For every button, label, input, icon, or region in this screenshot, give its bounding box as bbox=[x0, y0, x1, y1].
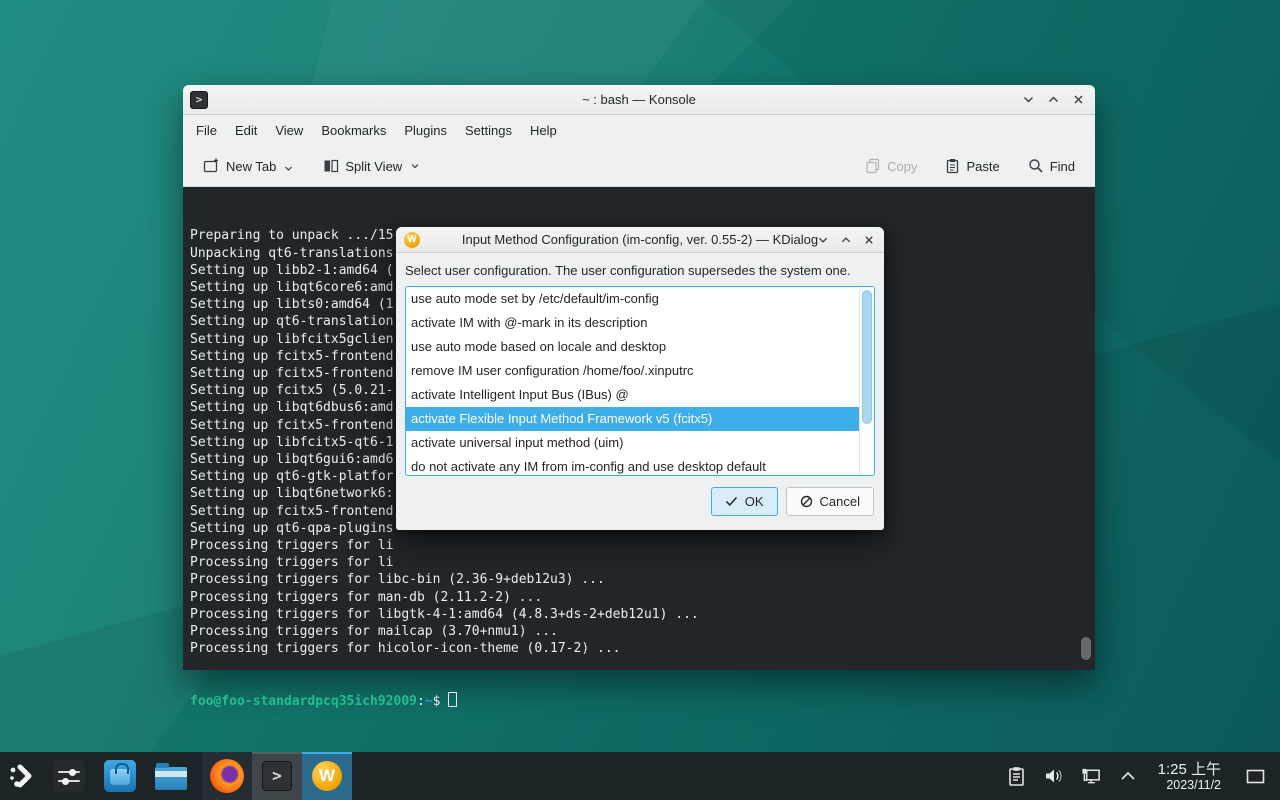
terminal-line: Processing triggers for li bbox=[190, 554, 1095, 571]
im-config-dialog: Input Method Configuration (im-config, v… bbox=[396, 227, 884, 530]
dialog-list-item-0[interactable]: use auto mode set by /etc/default/im-con… bbox=[406, 287, 859, 311]
copy-button[interactable]: Copy bbox=[857, 152, 925, 180]
dialog-list-item-6[interactable]: activate universal input method (uim) bbox=[406, 431, 859, 455]
network-icon[interactable] bbox=[1080, 765, 1102, 787]
terminal-line: Processing triggers for li bbox=[190, 537, 1095, 554]
im-config-w-icon bbox=[404, 232, 420, 248]
system-settings-button[interactable] bbox=[46, 752, 92, 800]
taskbar-im-config[interactable] bbox=[302, 752, 352, 800]
system-settings-icon bbox=[53, 760, 85, 792]
konsole-window-title: ~ : bash — Konsole bbox=[183, 92, 1095, 107]
terminal-prompt: foo@foo-standardpcq35ich92009:~$ bbox=[190, 692, 1095, 710]
menu-item-view[interactable]: View bbox=[266, 115, 312, 146]
expand-tray-icon[interactable] bbox=[1117, 765, 1139, 787]
terminal-line: Processing triggers for hicolor-icon-the… bbox=[190, 640, 1095, 657]
new-tab-icon bbox=[203, 158, 220, 174]
dialog-scrollbar-track[interactable] bbox=[859, 287, 874, 475]
konsole-app-icon: > bbox=[190, 91, 208, 109]
close-icon[interactable] bbox=[1071, 93, 1085, 107]
terminal-cursor bbox=[448, 692, 457, 707]
menu-item-file[interactable]: File bbox=[187, 115, 226, 146]
im-config-task-icon bbox=[312, 761, 342, 791]
minimize-icon[interactable] bbox=[1021, 93, 1035, 107]
taskbar-clock[interactable]: 1:25 上午 2023/11/2 bbox=[1158, 761, 1221, 792]
menu-item-help[interactable]: Help bbox=[521, 115, 566, 146]
file-manager-button[interactable] bbox=[148, 752, 194, 800]
volume-icon[interactable] bbox=[1043, 765, 1065, 787]
dialog-minimize-icon[interactable] bbox=[816, 233, 830, 247]
dialog-list-item-4[interactable]: activate Intelligent Input Bus (IBus) @ bbox=[406, 383, 859, 407]
folder-icon bbox=[155, 767, 187, 790]
find-label: Find bbox=[1050, 159, 1075, 174]
menu-bar: FileEditViewBookmarksPluginsSettingsHelp bbox=[183, 115, 1095, 146]
taskbar-firefox[interactable] bbox=[202, 752, 252, 800]
dialog-list-item-3[interactable]: remove IM user configuration /home/foo/.… bbox=[406, 359, 859, 383]
menu-item-settings[interactable]: Settings bbox=[456, 115, 521, 146]
show-desktop-button[interactable] bbox=[1242, 756, 1268, 796]
firefox-icon bbox=[210, 759, 244, 793]
taskbar-konsole[interactable]: > bbox=[252, 752, 302, 800]
dialog-title: Input Method Configuration (im-config, v… bbox=[396, 232, 884, 247]
konsole-titlebar[interactable]: > ~ : bash — Konsole bbox=[183, 85, 1095, 115]
prompt-user-host: foo@foo-standardpcq35ich92009 bbox=[190, 694, 417, 709]
cancel-icon bbox=[800, 495, 813, 508]
paste-button[interactable]: Paste bbox=[937, 152, 1007, 180]
dialog-list-item-7[interactable]: do not activate any IM from im-config an… bbox=[406, 455, 859, 476]
split-view-button[interactable]: Split View bbox=[315, 152, 428, 180]
clock-date: 2023/11/2 bbox=[1158, 778, 1221, 792]
paste-label: Paste bbox=[966, 159, 999, 174]
dialog-scrollbar-thumb[interactable] bbox=[862, 290, 872, 424]
prompt-separator: : bbox=[417, 694, 425, 709]
terminal-line: Processing triggers for mailcap (3.70+nm… bbox=[190, 623, 1095, 640]
show-desktop-icon bbox=[1246, 769, 1265, 784]
prompt-path: ~ bbox=[425, 694, 433, 709]
dialog-list-item-5[interactable]: activate Flexible Input Method Framework… bbox=[406, 407, 859, 431]
dialog-titlebar[interactable]: Input Method Configuration (im-config, v… bbox=[396, 227, 884, 253]
maximize-icon[interactable] bbox=[1046, 93, 1060, 107]
menu-item-bookmarks[interactable]: Bookmarks bbox=[312, 115, 395, 146]
cancel-button[interactable]: Cancel bbox=[786, 487, 874, 516]
terminal-line: Processing triggers for libc-bin (2.36-9… bbox=[190, 571, 1095, 588]
split-view-label: Split View bbox=[345, 159, 402, 174]
clipboard-icon[interactable] bbox=[1006, 765, 1028, 787]
dialog-message: Select user configuration. The user conf… bbox=[396, 253, 884, 286]
split-view-caret-icon bbox=[410, 161, 420, 171]
check-icon bbox=[725, 496, 738, 507]
copy-label: Copy bbox=[887, 159, 917, 174]
copy-icon bbox=[865, 158, 881, 174]
split-view-icon bbox=[323, 158, 339, 174]
dialog-list-item-2[interactable]: use auto mode based on locale and deskto… bbox=[406, 335, 859, 359]
clock-time: 1:25 上午 bbox=[1158, 761, 1221, 778]
terminal-line: Processing triggers for man-db (2.11.2-2… bbox=[190, 589, 1095, 606]
prompt-symbol: $ bbox=[433, 694, 441, 709]
dialog-close-icon[interactable] bbox=[862, 233, 876, 247]
menu-item-plugins[interactable]: Plugins bbox=[395, 115, 456, 146]
find-button[interactable]: Find bbox=[1020, 152, 1083, 180]
konsole-task-icon: > bbox=[262, 761, 292, 791]
cancel-label: Cancel bbox=[820, 494, 860, 509]
discover-button[interactable] bbox=[97, 752, 143, 800]
app-launcher-button[interactable] bbox=[0, 752, 46, 800]
terminal-line: Processing triggers for libgtk-4-1:amd64… bbox=[190, 606, 1095, 623]
new-tab-caret-icon bbox=[284, 160, 293, 172]
toolbar: New Tab Split View Copy Paste bbox=[183, 146, 1095, 187]
dialog-listbox[interactable]: use auto mode set by /etc/default/im-con… bbox=[405, 286, 875, 476]
taskbar: > 1:25 上午 2023/11/2 bbox=[0, 752, 1280, 800]
find-icon bbox=[1028, 158, 1044, 174]
discover-icon bbox=[104, 760, 136, 792]
new-tab-label: New Tab bbox=[226, 159, 276, 174]
new-tab-button[interactable]: New Tab bbox=[195, 152, 301, 180]
ok-button[interactable]: OK bbox=[711, 487, 778, 516]
menu-item-edit[interactable]: Edit bbox=[226, 115, 266, 146]
app-launcher-icon bbox=[8, 763, 38, 789]
dialog-list-item-1[interactable]: activate IM with @-mark in its descripti… bbox=[406, 311, 859, 335]
paste-icon bbox=[945, 158, 960, 174]
dialog-maximize-icon[interactable] bbox=[839, 233, 853, 247]
ok-label: OK bbox=[745, 494, 764, 509]
desktop: > ~ : bash — Konsole FileEditViewBookmar… bbox=[0, 0, 1280, 800]
terminal-scrollbar-thumb[interactable] bbox=[1081, 637, 1091, 660]
